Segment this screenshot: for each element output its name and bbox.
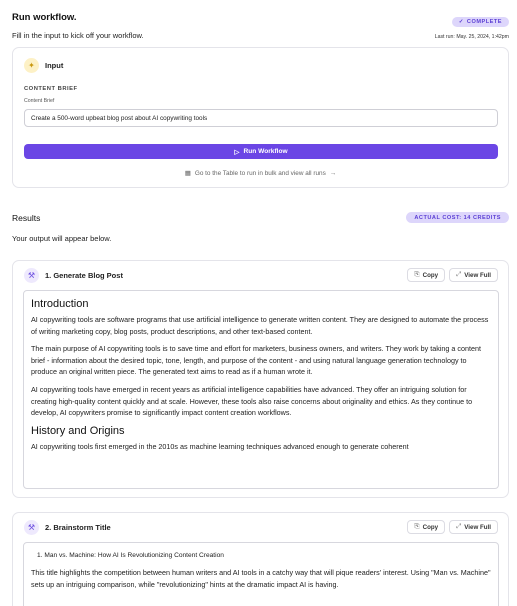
copy-label: Copy — [422, 523, 439, 531]
table-link-label: Go to the Table to run in bulk and view … — [194, 169, 326, 177]
magic-wand-icon: ⚒ — [24, 520, 39, 535]
output-card-title: 1. Generate Blog Post — [45, 271, 123, 280]
output-content[interactable]: 1. Man vs. Machine: How AI Is Revolution… — [23, 542, 499, 606]
output-card-title: 2. Brainstorm Title — [45, 523, 111, 532]
check-icon: ✓ — [458, 19, 464, 25]
input-card-header: ✦ Input — [13, 48, 508, 83]
status-badge-label: COMPLETE — [466, 19, 502, 25]
page-header: Run workflow. Fill in the input to kick … — [12, 12, 509, 40]
expand-icon: ⤢ — [456, 271, 462, 278]
status-badge: ✓ COMPLETE — [451, 17, 509, 27]
view-full-label: View Full — [464, 271, 491, 279]
output-paragraph: AI copywriting tools have emerged in rec… — [31, 384, 473, 418]
content-brief-label: Content Brief — [24, 98, 55, 104]
list-item: 1. Man vs. Machine: How AI Is Revolution… — [37, 552, 224, 559]
output-heading: Introduction — [31, 298, 89, 310]
results-title: Results — [12, 213, 41, 223]
output-card-brainstorm-title: ⚒ 2. Brainstorm Title ⎘ Copy ⤢ View Full… — [12, 512, 509, 606]
clipboard-icon: ⎘ — [414, 523, 420, 530]
output-paragraph: This title highlights the competition be… — [31, 568, 491, 589]
last-run-timestamp: Last run: May. 25, 2024, 1:42pm — [434, 34, 509, 40]
output-heading: History and Origins — [31, 424, 125, 437]
view-full-button[interactable]: ⤢ View Full — [449, 520, 498, 534]
copy-button[interactable]: ⎘ Copy — [407, 268, 446, 282]
section-label: CONTENT BRIEF — [24, 86, 78, 92]
input-card-title: Input — [45, 61, 64, 70]
run-workflow-label: Run Workflow — [243, 148, 288, 155]
credits-badge: ACTUAL COST: 14 CREDITS — [406, 212, 509, 223]
view-full-label: View Full — [464, 523, 491, 531]
output-paragraph: AI copywriting tools are software progra… — [31, 315, 489, 336]
page-title: Run workflow. — [12, 12, 77, 23]
arrow-right-icon: → — [329, 169, 337, 177]
magic-wand-icon: ⚒ — [24, 268, 39, 283]
output-content[interactable]: Introduction AI copywriting tools are so… — [23, 290, 499, 489]
play-icon: ▷ — [234, 148, 240, 156]
clipboard-icon: ⎘ — [414, 271, 420, 278]
run-workflow-button[interactable]: ▷ Run Workflow — [24, 144, 498, 159]
table-link[interactable]: ▦ Go to the Table to run in bulk and vie… — [13, 169, 508, 178]
title-list: 1. Man vs. Machine: How AI Is Revolution… — [37, 550, 491, 561]
output-paragraph: The main purpose of AI copywriting tools… — [31, 344, 481, 377]
output-card-actions: ⎘ Copy ⤢ View Full — [407, 268, 498, 282]
output-card-actions: ⎘ Copy ⤢ View Full — [407, 520, 498, 534]
output-paragraph: AI copywriting tools first emerged in th… — [31, 441, 409, 451]
content-brief-input[interactable] — [24, 109, 498, 127]
expand-icon: ⤢ — [456, 523, 462, 530]
copy-label: Copy — [422, 271, 439, 279]
input-card: ✦ Input CONTENT BRIEF Content Brief ▷ Ru… — [12, 47, 509, 188]
spark-icon: ✦ — [24, 58, 39, 73]
output-card-blog-post: ⚒ 1. Generate Blog Post ⎘ Copy ⤢ View Fu… — [12, 260, 509, 498]
table-icon: ▦ — [184, 170, 191, 177]
results-subtitle: Your output will appear below. — [12, 234, 112, 243]
view-full-button[interactable]: ⤢ View Full — [449, 268, 498, 282]
page-subtitle: Fill in the input to kick off your workf… — [12, 31, 144, 40]
copy-button[interactable]: ⎘ Copy — [407, 520, 446, 534]
